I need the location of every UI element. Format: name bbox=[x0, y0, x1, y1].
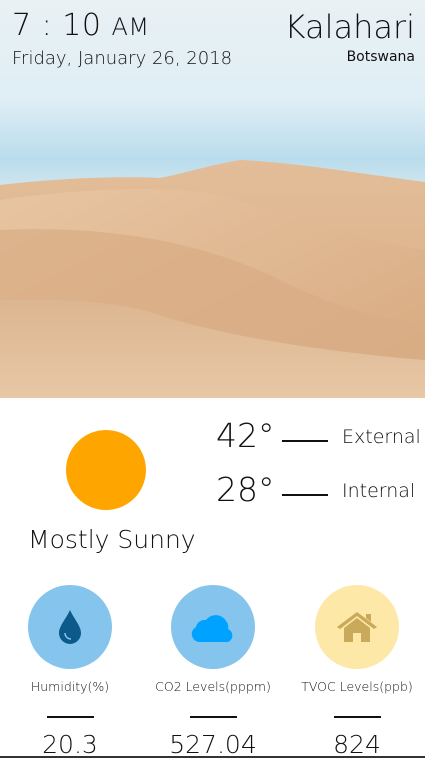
external-divider bbox=[282, 440, 328, 442]
internal-temperature: 28° bbox=[216, 470, 275, 509]
tvoc-label: TVOC Levels(ppb) bbox=[301, 679, 413, 694]
metric-tvoc: TVOC Levels(ppb) 824 bbox=[287, 585, 425, 759]
co2-badge bbox=[171, 585, 255, 669]
internal-label: Internal bbox=[342, 480, 416, 502]
time-text: 7 : 10 bbox=[12, 8, 102, 43]
humidity-value: 20.3 bbox=[42, 730, 98, 759]
co2-value: 527.04 bbox=[169, 730, 257, 759]
tvoc-value: 824 bbox=[333, 730, 381, 759]
humidity-divider bbox=[46, 716, 94, 718]
tvoc-badge bbox=[315, 585, 399, 669]
water-drop-icon bbox=[59, 610, 81, 644]
date-text: Friday, January 26, 2018 bbox=[12, 48, 233, 69]
city-name: Kalahari bbox=[284, 8, 415, 46]
co2-divider bbox=[189, 716, 237, 718]
cloud-icon bbox=[191, 615, 233, 642]
humidity-label: Humidity(%) bbox=[30, 679, 110, 694]
co2-label: CO2 Levels(pppm) bbox=[155, 679, 271, 694]
clock-time: 7 : 10 AM bbox=[12, 8, 150, 43]
home-icon bbox=[337, 612, 377, 642]
humidity-badge bbox=[28, 585, 112, 669]
external-temperature: 42° bbox=[216, 416, 275, 455]
country-name: Botswana bbox=[346, 49, 415, 65]
internal-divider bbox=[282, 494, 328, 496]
sun-icon bbox=[66, 430, 146, 510]
metric-co2: CO2 Levels(pppm) 527.04 bbox=[143, 585, 283, 759]
weather-condition: Mostly Sunny bbox=[28, 525, 196, 554]
external-label: External bbox=[342, 426, 421, 448]
metric-humidity: Humidity(%) 20.3 bbox=[0, 585, 140, 759]
tvoc-divider bbox=[333, 716, 381, 718]
meridiem-text: AM bbox=[111, 13, 150, 41]
